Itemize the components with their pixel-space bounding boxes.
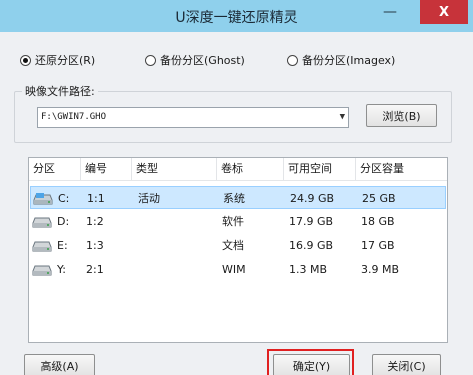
- title-bar[interactable]: U深度一键还原精灵 — X: [0, 0, 473, 32]
- radio-backup-ghost[interactable]: 备份分区(Ghost): [145, 52, 245, 68]
- cell-type: 活动: [138, 192, 160, 205]
- table-row[interactable]: Y: 2:1 WIM 1.3 MB 3.9 MB: [30, 258, 446, 281]
- minimize-icon: —: [383, 4, 397, 20]
- drive-icon: [32, 265, 52, 276]
- table-row[interactable]: D: 1:2 软件 17.9 GB 18 GB: [30, 210, 446, 233]
- radio-indicator[interactable]: [20, 54, 31, 66]
- cell-drive: Y:: [57, 263, 66, 276]
- drive-icon: [32, 241, 52, 252]
- cell-label: 系统: [223, 192, 245, 205]
- column-header-partition[interactable]: 分区: [29, 158, 81, 180]
- radio-label: 备份分区(Imagex): [302, 54, 396, 67]
- mode-radio-group: 还原分区(R) 备份分区(Ghost) 备份分区(Imagex): [20, 52, 463, 68]
- window-close-button[interactable]: X: [420, 0, 468, 24]
- radio-restore-partition[interactable]: 还原分区(R): [20, 52, 95, 68]
- table-row[interactable]: C: 1:1 活动 系统 24.9 GB 25 GB: [30, 186, 446, 209]
- chevron-down-icon[interactable]: ▼: [340, 108, 345, 127]
- image-path-label: 映像文件路径:: [22, 83, 98, 99]
- radio-indicator[interactable]: [145, 54, 156, 66]
- cell-drive: C:: [58, 192, 70, 205]
- cell-drive: D:: [57, 215, 70, 228]
- cell-number: 1:3: [86, 239, 104, 252]
- cell-label: 软件: [222, 215, 244, 228]
- cell-number: 2:1: [86, 263, 104, 276]
- advanced-button[interactable]: 高级(A): [24, 354, 95, 375]
- cell-free-space: 17.9 GB: [289, 215, 334, 228]
- partition-table: 分区 编号 类型 卷标 可用空间 分区容量 C: 1:1 活动 系统 24.9 …: [28, 157, 448, 343]
- cell-free-space: 1.3 MB: [289, 263, 328, 276]
- radio-label: 还原分区(R): [35, 54, 96, 67]
- cell-label: 文档: [222, 239, 244, 252]
- cell-number: 1:2: [86, 215, 104, 228]
- cell-number: 1:1: [87, 192, 105, 205]
- cell-capacity: 18 GB: [361, 215, 395, 228]
- close-button[interactable]: 关闭(C): [372, 354, 441, 375]
- column-header-capacity[interactable]: 分区容量: [356, 158, 447, 180]
- drive-icon: [32, 217, 52, 228]
- cell-type: [133, 258, 217, 281]
- table-row[interactable]: E: 1:3 文档 16.9 GB 17 GB: [30, 234, 446, 257]
- cell-capacity: 17 GB: [361, 239, 395, 252]
- column-header-type[interactable]: 类型: [132, 158, 217, 180]
- cell-capacity: 3.9 MB: [361, 263, 400, 276]
- dialog-window: U深度一键还原精灵 — X 还原分区(R) 备份分区(Ghost) 备份分区(I…: [0, 0, 473, 375]
- image-path-value: F:\GWIN7.GHO: [41, 112, 107, 122]
- cell-capacity: 25 GB: [362, 192, 396, 205]
- close-icon: X: [438, 4, 450, 20]
- cell-free-space: 24.9 GB: [290, 192, 335, 205]
- cell-label: WIM: [222, 263, 246, 276]
- drive-icon: [33, 193, 53, 205]
- radio-backup-imagex[interactable]: 备份分区(Imagex): [287, 52, 395, 68]
- minimize-button[interactable]: —: [374, 0, 406, 24]
- radio-label: 备份分区(Ghost): [160, 54, 245, 67]
- column-header-label[interactable]: 卷标: [217, 158, 284, 180]
- cell-drive: E:: [57, 239, 68, 252]
- image-path-combobox[interactable]: F:\GWIN7.GHO ▼: [37, 107, 349, 128]
- ok-button[interactable]: 确定(Y): [273, 354, 350, 375]
- table-header: 分区 编号 类型 卷标 可用空间 分区容量: [29, 158, 447, 181]
- column-header-free-space[interactable]: 可用空间: [284, 158, 356, 180]
- column-header-number[interactable]: 编号: [81, 158, 132, 180]
- cell-type: [133, 234, 217, 257]
- cell-free-space: 16.9 GB: [289, 239, 334, 252]
- cell-type: [133, 210, 217, 233]
- radio-indicator[interactable]: [287, 54, 298, 66]
- browse-button[interactable]: 浏览(B): [366, 104, 437, 127]
